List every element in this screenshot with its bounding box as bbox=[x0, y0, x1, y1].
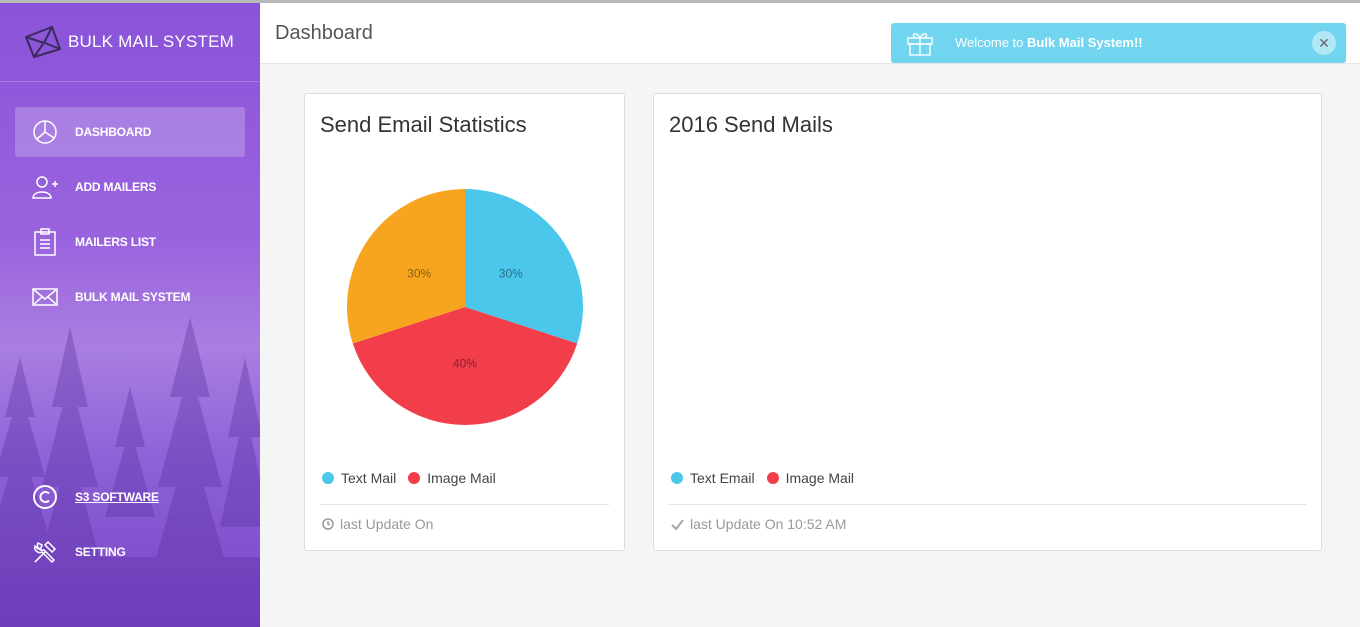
sidebar-item-dashboard[interactable]: DASHBOARD bbox=[15, 107, 245, 157]
close-notification-button[interactable]: ✕ bbox=[1312, 31, 1336, 55]
card-title: Send Email Statistics bbox=[320, 112, 527, 137]
legend-label: Image Mail bbox=[785, 470, 855, 486]
legend-item-text-mail[interactable]: Text Mail bbox=[322, 470, 396, 486]
legend-dot bbox=[322, 472, 334, 484]
sidebar-item-label: S3 SOFTWARE bbox=[75, 490, 159, 504]
clipboard-list-icon bbox=[31, 228, 59, 256]
legend-dot bbox=[408, 472, 421, 484]
pie-chart: 30% 40% 30% bbox=[347, 189, 583, 425]
envelope-icon bbox=[31, 283, 59, 311]
legend-dot bbox=[671, 472, 683, 484]
welcome-notification: Welcome to Bulk Mail System!! ✕ bbox=[891, 23, 1346, 63]
chart-legend: Text Mail Image Mail bbox=[322, 470, 508, 486]
forest-background bbox=[0, 317, 260, 627]
sidebar-item-s3-software[interactable]: S3 SOFTWARE bbox=[15, 472, 245, 522]
divider bbox=[669, 504, 1306, 505]
legend-label: Text Email bbox=[690, 470, 755, 486]
copyright-icon bbox=[31, 483, 59, 511]
sidebar-item-label: ADD MAILERS bbox=[75, 180, 157, 194]
send-mails-2016-card: 2016 Send Mails Text Email Image Mail la… bbox=[653, 93, 1322, 551]
brand[interactable]: BULK MAIL SYSTEM bbox=[0, 3, 260, 82]
sidebar-item-bulk-mail-system[interactable]: BULK MAIL SYSTEM bbox=[15, 272, 245, 322]
check-icon bbox=[671, 518, 684, 530]
legend-item-image-mail[interactable]: Image Mail bbox=[408, 470, 496, 486]
legend-dot bbox=[766, 472, 779, 484]
card-footer: last Update On bbox=[322, 516, 433, 532]
last-update-text: last Update On bbox=[340, 516, 434, 532]
last-update-text: last Update On 10:52 AM bbox=[690, 516, 847, 532]
sidebar-item-label: SETTING bbox=[75, 545, 126, 559]
envelope-logo-icon bbox=[25, 26, 61, 58]
welcome-message: Welcome to Bulk Mail System!! bbox=[955, 35, 1143, 50]
sidebar: BULK MAIL SYSTEM DASHBOARD ADD MAILERS M… bbox=[0, 3, 260, 627]
send-email-statistics-card: Send Email Statistics 30% 40% 30% Text Mai… bbox=[304, 93, 625, 551]
top-border bbox=[0, 0, 1360, 3]
legend-label: Image Mail bbox=[427, 470, 496, 486]
legend-item-image-mail[interactable]: Image Mail bbox=[766, 470, 855, 486]
pie-slice-label-2: 30% bbox=[407, 267, 431, 281]
sidebar-item-add-mailers[interactable]: ADD MAILERS bbox=[15, 162, 245, 212]
sidebar-item-label: BULK MAIL SYSTEM bbox=[75, 290, 191, 304]
pie-slice-label-1: 40% bbox=[453, 357, 477, 371]
card-title: 2016 Send Mails bbox=[669, 112, 833, 137]
card-footer: last Update On 10:52 AM bbox=[671, 516, 846, 532]
legend-label: Text Mail bbox=[341, 470, 397, 486]
tools-icon bbox=[31, 538, 59, 566]
divider bbox=[320, 504, 609, 505]
sidebar-item-mailers-list[interactable]: MAILERS LIST bbox=[15, 217, 245, 267]
add-user-icon bbox=[31, 173, 59, 201]
pie-chart-icon bbox=[31, 118, 59, 146]
sidebar-item-setting[interactable]: SETTING bbox=[15, 527, 245, 577]
page-title: Dashboard bbox=[275, 22, 373, 44]
clock-icon bbox=[322, 518, 334, 530]
sidebar-item-label: DASHBOARD bbox=[75, 125, 152, 139]
chart-legend: Text Email Image Mail bbox=[671, 470, 866, 486]
brand-title: BULK MAIL SYSTEM bbox=[68, 32, 235, 51]
sidebar-item-label: MAILERS LIST bbox=[75, 235, 156, 249]
pie-slice-label-0: 30% bbox=[499, 267, 523, 281]
gift-icon bbox=[907, 33, 933, 56]
header: Dashboard Welcome to Bulk Mail System!! … bbox=[260, 3, 1360, 64]
close-icon: ✕ bbox=[1318, 34, 1330, 51]
legend-item-text-email[interactable]: Text Email bbox=[671, 470, 755, 486]
